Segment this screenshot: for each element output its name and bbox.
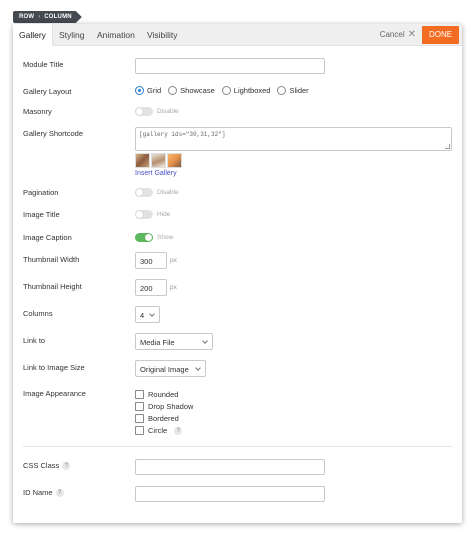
radio-grid-label: Grid <box>147 86 162 95</box>
thumbnail-height-input[interactable]: 200 <box>135 279 167 296</box>
help-icon[interactable]: ? <box>55 488 64 497</box>
thumbnail-width-input[interactable]: 300 <box>135 252 167 269</box>
toggle-switch[interactable] <box>135 233 153 242</box>
gallery-thumbnail <box>135 153 150 168</box>
breadcrumb-column[interactable]: COLUMN <box>44 14 72 20</box>
checkbox-circle[interactable]: Circle ? <box>135 426 183 435</box>
breadcrumb: ROW › COLUMN <box>13 11 82 23</box>
id-name-input[interactable] <box>135 486 325 502</box>
masonry-toggle-label: Disable <box>157 108 179 115</box>
breadcrumb-separator: › <box>38 14 41 20</box>
checkbox-bordered[interactable]: Bordered <box>135 414 179 423</box>
chevron-down-icon <box>149 311 155 317</box>
radio-lightboxed-label: Lightboxed <box>233 86 271 95</box>
masonry-toggle[interactable]: Disable <box>135 107 179 116</box>
gallery-shortcode-label: Gallery Shortcode <box>23 129 84 138</box>
gallery-layout-label: Gallery Layout <box>23 87 72 96</box>
pagination-toggle-label: Disable <box>157 189 179 196</box>
radio-slider[interactable]: Slider <box>277 86 309 95</box>
link-to-image-size-label: Link to Image Size <box>23 363 85 372</box>
done-button[interactable]: DONE <box>422 26 459 44</box>
cancel-button[interactable]: Cancel ✕ <box>380 24 416 46</box>
radio-icon <box>168 86 178 95</box>
close-icon: ✕ <box>407 29 416 40</box>
pagination-label: Pagination <box>23 188 59 197</box>
help-icon[interactable]: ? <box>174 426 183 435</box>
image-caption-toggle-label: Show <box>157 234 174 241</box>
css-class-label: CSS Class <box>23 461 60 470</box>
id-name-label-row: ID Name ? <box>23 488 64 497</box>
radio-icon <box>277 86 287 95</box>
checkbox-rounded[interactable]: Rounded <box>135 390 178 399</box>
module-title-input[interactable] <box>135 58 325 74</box>
radio-showcase-label: Showcase <box>180 86 215 95</box>
image-caption-label: Image Caption <box>23 233 72 242</box>
css-class-input[interactable] <box>135 459 325 475</box>
columns-value: 4 <box>140 311 145 320</box>
gallery-shortcode-value: [gallery ids="30,31,32"] <box>139 131 226 138</box>
link-to-select[interactable]: Media File <box>135 333 213 350</box>
link-to-image-size-select[interactable]: Original Image <box>135 360 206 377</box>
css-class-label-row: CSS Class ? <box>23 461 71 470</box>
gallery-shortcode-textarea[interactable]: [gallery ids="30,31,32"] <box>135 127 452 151</box>
tab-animation[interactable]: Animation <box>91 24 141 46</box>
image-appearance-label: Image Appearance <box>23 389 86 398</box>
image-caption-toggle[interactable]: Show <box>135 233 173 242</box>
radio-lightboxed[interactable]: Lightboxed <box>221 86 271 95</box>
radio-slider-label: Slider <box>289 86 309 95</box>
gallery-thumbnail <box>151 153 166 168</box>
module-settings-panel: Gallery Styling Animation Visibility Can… <box>13 24 462 523</box>
link-to-image-size-value: Original Image <box>140 365 189 374</box>
columns-label: Columns <box>23 309 53 318</box>
radio-showcase[interactable]: Showcase <box>168 86 215 95</box>
checkbox-icon <box>135 390 144 399</box>
checkbox-bordered-label: Bordered <box>148 414 179 423</box>
chevron-down-icon <box>202 338 208 344</box>
checkbox-circle-label: Circle <box>148 426 168 435</box>
id-name-label: ID Name <box>23 488 53 497</box>
image-title-label: Image Title <box>23 210 60 219</box>
thumbnail-width-label: Thumbnail Width <box>23 255 80 264</box>
breadcrumb-row[interactable]: ROW <box>19 14 34 20</box>
masonry-label: Masonry <box>23 107 52 116</box>
pagination-toggle[interactable]: Disable <box>135 188 179 197</box>
checkbox-rounded-label: Rounded <box>148 390 179 399</box>
tab-visibility[interactable]: Visibility <box>141 24 184 46</box>
toggle-switch[interactable] <box>135 210 153 219</box>
resize-handle-icon[interactable] <box>445 144 450 149</box>
tab-gallery[interactable]: Gallery <box>13 24 53 46</box>
insert-gallery-link[interactable]: Insert Gallery <box>135 170 177 177</box>
checkbox-drop-shadow-label: Drop Shadow <box>148 402 194 411</box>
tab-styling[interactable]: Styling <box>53 24 91 46</box>
link-to-label: Link to <box>23 336 46 345</box>
gallery-layout-radio-group: Grid Showcase Lightboxed Slider <box>135 86 316 95</box>
cancel-label: Cancel <box>379 30 405 39</box>
toggle-switch[interactable] <box>135 107 153 116</box>
image-title-toggle-label: Hide <box>157 211 171 218</box>
gallery-thumbnails <box>135 153 182 168</box>
radio-icon <box>221 86 231 95</box>
radio-selected-icon <box>135 86 144 95</box>
tab-bar: Gallery Styling Animation Visibility Can… <box>13 24 462 46</box>
toggle-switch[interactable] <box>135 188 153 197</box>
thumbnail-height-unit: px <box>170 284 177 291</box>
module-title-label: Module Title <box>23 60 64 69</box>
columns-select[interactable]: 4 <box>135 306 160 323</box>
thumbnail-width-unit: px <box>170 257 177 264</box>
link-to-value: Media File <box>140 338 175 347</box>
section-divider <box>23 446 452 447</box>
gallery-thumbnail <box>167 153 182 168</box>
radio-grid[interactable]: Grid <box>135 86 161 95</box>
thumbnail-height-label: Thumbnail Height <box>23 282 82 291</box>
checkbox-icon <box>135 426 144 435</box>
help-icon[interactable]: ? <box>62 461 71 470</box>
checkbox-icon <box>135 402 144 411</box>
image-title-toggle[interactable]: Hide <box>135 210 170 219</box>
chevron-down-icon <box>195 365 201 371</box>
checkbox-drop-shadow[interactable]: Drop Shadow <box>135 402 193 411</box>
checkbox-icon <box>135 414 144 423</box>
